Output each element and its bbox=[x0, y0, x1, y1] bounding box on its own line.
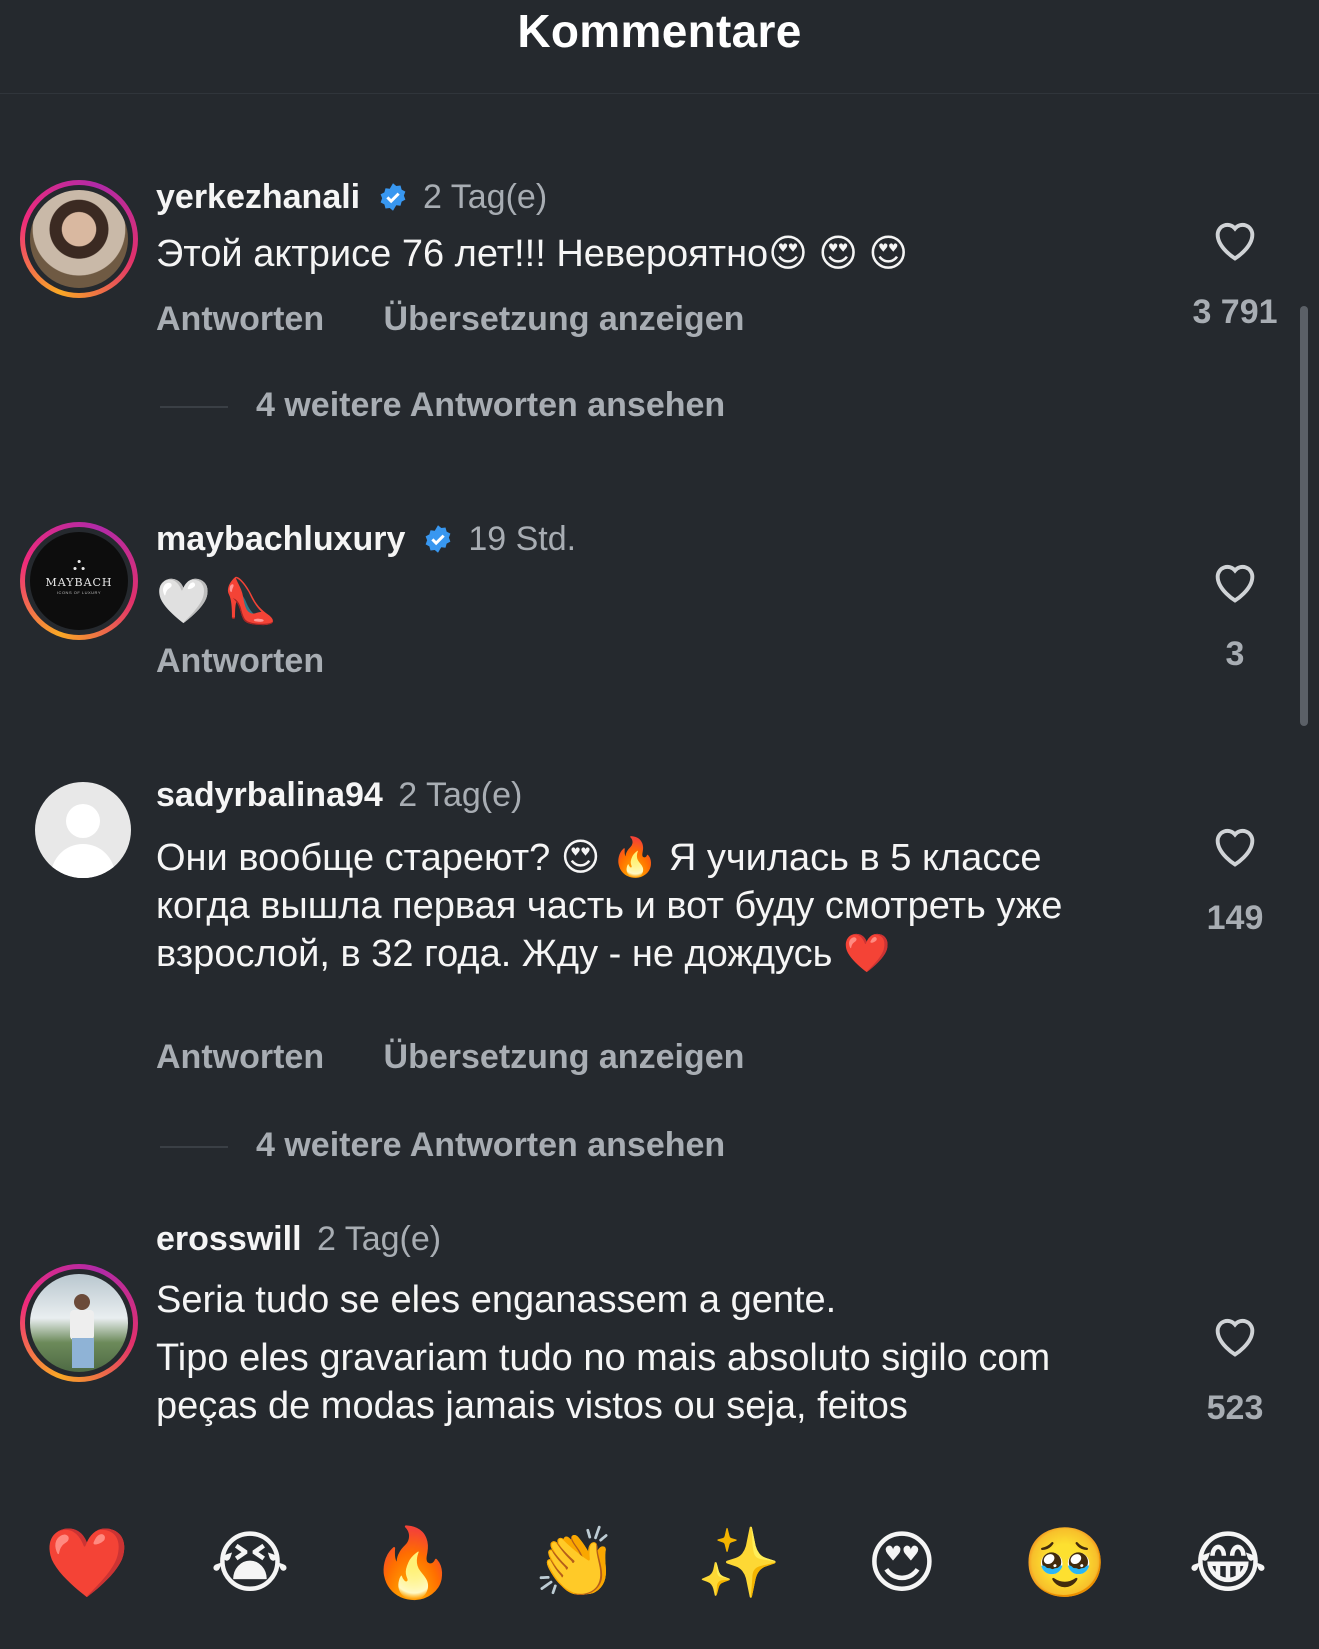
comment-text: Seria tudo se eles enganassem a gente. bbox=[156, 1279, 837, 1321]
comment-text: Они вообще стареют? 😍 🔥 Я училась в 5 кл… bbox=[156, 837, 1063, 975]
show-translation-button[interactable]: Übersetzung anzeigen bbox=[384, 1038, 745, 1077]
like-control: 149 bbox=[1180, 820, 1290, 938]
view-more-replies-label[interactable]: 4 weitere Antworten ansehen bbox=[256, 386, 725, 424]
reaction-heart-button[interactable]: ❤️ bbox=[37, 1514, 137, 1614]
reaction-crying-button[interactable]: 😭 bbox=[200, 1514, 300, 1614]
page-title: Kommentare bbox=[517, 5, 802, 57]
avatar[interactable]: ⛬ MAYBACH ICONS OF LUXURY bbox=[20, 522, 138, 640]
view-more-replies[interactable]: 4 weitere Antworten ansehen bbox=[160, 1126, 725, 1165]
comment-time: 2 Tag(e) bbox=[423, 178, 548, 216]
heart-icon[interactable] bbox=[1209, 820, 1261, 872]
reaction-clap-button[interactable]: 👏 bbox=[526, 1514, 626, 1614]
comment-meta: erosswill 2 Tag(e) bbox=[156, 1220, 441, 1259]
like-control: 523 bbox=[1180, 1310, 1290, 1428]
comment-meta: yerkezhanali 2 Tag(e) bbox=[156, 178, 547, 217]
like-count: 3 791 bbox=[1192, 293, 1278, 331]
avatar-brand-sublabel: ICONS OF LUXURY bbox=[56, 590, 102, 595]
reply-button[interactable]: Antworten bbox=[156, 642, 324, 681]
like-count: 149 bbox=[1206, 899, 1264, 937]
view-more-replies[interactable]: 4 weitere Antworten ansehen bbox=[160, 386, 725, 425]
heart-icon[interactable] bbox=[1209, 1310, 1261, 1362]
replies-divider bbox=[160, 1146, 228, 1149]
default-avatar-icon bbox=[35, 782, 131, 878]
reaction-pleading-button[interactable]: 🥹 bbox=[1015, 1514, 1115, 1614]
like-control: 3 791 bbox=[1180, 214, 1290, 332]
username[interactable]: yerkezhanali bbox=[156, 178, 360, 216]
comment-time: 19 Std. bbox=[468, 520, 577, 558]
username[interactable]: sadyrbalina94 bbox=[156, 776, 383, 814]
like-count: 523 bbox=[1206, 1389, 1264, 1427]
comment-text: 🤍 👠 bbox=[156, 577, 278, 626]
comment-text-continued: Tipo eles gravariam tudo no mais absolut… bbox=[156, 1337, 1051, 1427]
replies-divider bbox=[160, 406, 228, 409]
comment-time: 2 Tag(e) bbox=[316, 1220, 442, 1258]
comments-header: Kommentare bbox=[0, 0, 1319, 94]
reply-button[interactable]: Antworten bbox=[156, 1038, 324, 1077]
comment-time: 2 Tag(e) bbox=[398, 776, 523, 814]
username[interactable]: erosswill bbox=[156, 1220, 302, 1258]
avatar[interactable] bbox=[20, 180, 138, 298]
heart-icon[interactable] bbox=[1209, 556, 1261, 608]
reaction-sparkles-button[interactable]: ✨ bbox=[689, 1514, 789, 1614]
avatar-brand-label: MAYBACH bbox=[45, 576, 113, 589]
reaction-laughing-button[interactable]: 😂 bbox=[1178, 1514, 1278, 1614]
comment-actions: Antworten bbox=[156, 642, 374, 681]
like-control: 3 bbox=[1180, 556, 1290, 674]
verified-badge-icon bbox=[425, 525, 451, 553]
comment-text: Этой актрисе 76 лет!!! Невероятно😍 😍 😍 bbox=[156, 233, 909, 275]
comment-meta: maybachluxury 19 Std. bbox=[156, 520, 576, 559]
reaction-heart-eyes-button[interactable]: 😍 bbox=[852, 1514, 952, 1614]
show-translation-button[interactable]: Übersetzung anzeigen bbox=[384, 300, 745, 339]
quick-reaction-bar: ❤️ 😭 🔥 👏 ✨ 😍 🥹 😂 bbox=[0, 1486, 1319, 1649]
avatar[interactable] bbox=[35, 782, 131, 878]
comment-actions: Antworten Übersetzung anzeigen bbox=[156, 300, 794, 339]
username[interactable]: maybachluxury bbox=[156, 520, 405, 558]
reply-button[interactable]: Antworten bbox=[156, 300, 324, 339]
comments-list[interactable]: yerkezhanali 2 Tag(e) Этой актрисе 76 ле… bbox=[0, 94, 1319, 1486]
view-more-replies-label[interactable]: 4 weitere Antworten ansehen bbox=[256, 1126, 725, 1164]
reaction-fire-button[interactable]: 🔥 bbox=[363, 1514, 463, 1614]
avatar[interactable] bbox=[20, 1264, 138, 1382]
comment-actions: Antworten Übersetzung anzeigen bbox=[156, 1038, 794, 1077]
heart-icon[interactable] bbox=[1209, 214, 1261, 266]
maybach-logo-icon: ⛬ bbox=[72, 554, 86, 575]
scrollbar[interactable] bbox=[1300, 306, 1308, 726]
comment-meta: sadyrbalina94 2 Tag(e) bbox=[156, 776, 522, 815]
verified-badge-icon bbox=[380, 183, 405, 211]
like-count: 3 bbox=[1225, 635, 1245, 673]
